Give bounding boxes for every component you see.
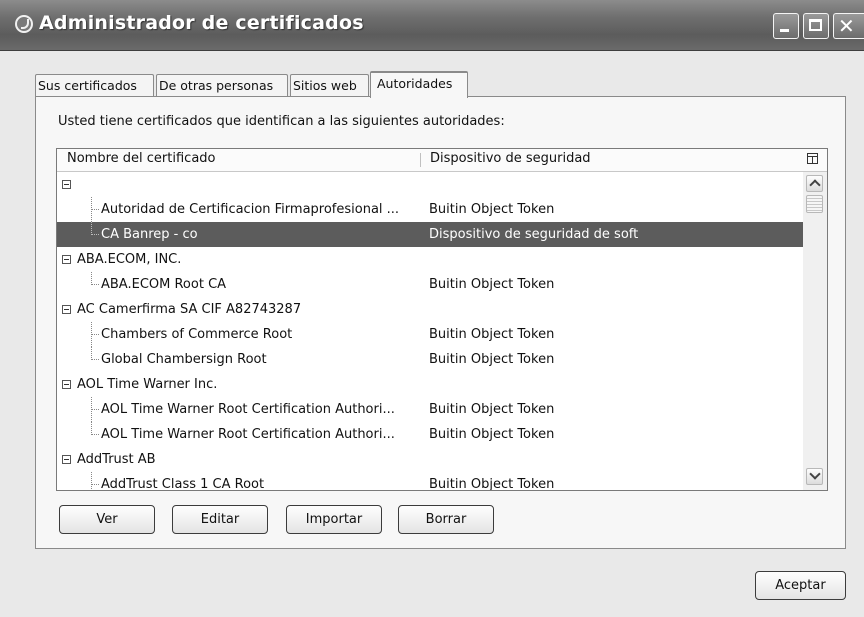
window-title: Administrador de certificados <box>39 12 364 34</box>
group-name: AOL Time Warner Inc. <box>77 377 218 392</box>
tree-group-row[interactable]: AOL Time Warner Inc. <box>57 372 803 397</box>
tree-child-row[interactable]: ABA.ECOM Root CA Buitin Object Token <box>57 272 803 297</box>
app-icon <box>15 15 33 33</box>
group-name: AddTrust AB <box>77 452 156 467</box>
certificate-tree[interactable]: Nombre del certificado Dispositivo de se… <box>56 148 828 491</box>
close-button[interactable]: ✕ <box>833 13 864 39</box>
column-picker-icon[interactable] <box>807 153 818 164</box>
certificate-manager-window: Administrador de certificados ✕ Sus cert… <box>0 0 864 617</box>
authorities-panel: Usted tiene certificados que identifican… <box>35 96 846 549</box>
tab-sitios-web[interactable]: Sitios web <box>290 74 369 96</box>
tree-child-row-selected[interactable]: CA Banrep - co Dispositivo de seguridad … <box>57 222 803 247</box>
tree-child-row[interactable]: AOL Time Warner Root Certification Autho… <box>57 397 803 422</box>
tree-child-row[interactable]: Chambers of Commerce Root Buitin Object … <box>57 322 803 347</box>
security-device: Buitin Object Token <box>429 277 555 292</box>
security-device: Buitin Object Token <box>429 477 555 491</box>
collapse-icon[interactable] <box>62 455 71 464</box>
tree-child-row[interactable]: AOL Time Warner Root Certification Autho… <box>57 422 803 447</box>
tree-child-row[interactable]: Global Chambersign Root Buitin Object To… <box>57 347 803 372</box>
tree-guide-line <box>91 434 99 435</box>
collapse-icon[interactable] <box>62 180 71 189</box>
delete-button[interactable]: Borrar <box>398 505 494 534</box>
tree-group-row[interactable]: AddTrust AB <box>57 447 803 472</box>
tab-autoridades[interactable]: Autoridades <box>370 71 468 98</box>
certificate-name: Autoridad de Certificacion Firmaprofesio… <box>101 202 400 217</box>
certificate-name: AOL Time Warner Root Certification Autho… <box>101 427 395 442</box>
column-header-device[interactable]: Dispositivo de seguridad <box>430 151 591 166</box>
group-name: ABA.ECOM, INC. <box>77 252 182 267</box>
tree-guide-line <box>91 334 99 335</box>
column-separator[interactable] <box>420 153 421 167</box>
minimize-icon <box>780 29 789 32</box>
tree-group-row[interactable]: ABA.ECOM, INC. <box>57 247 803 272</box>
tree-group-row[interactable] <box>57 172 803 197</box>
edit-button[interactable]: Editar <box>172 505 268 534</box>
certificate-name: AOL Time Warner Root Certification Autho… <box>101 402 395 417</box>
collapse-icon[interactable] <box>62 305 71 314</box>
tree-guide-line <box>91 484 99 485</box>
scroll-thumb[interactable] <box>806 195 823 213</box>
security-device: Buitin Object Token <box>429 327 555 342</box>
certificate-name: AddTrust Class 1 CA Root <box>101 477 265 491</box>
tree-guide-line <box>91 234 99 235</box>
maximize-icon <box>809 19 822 31</box>
certificate-name: Chambers of Commerce Root <box>101 327 293 342</box>
tree-group-row[interactable]: AC Camerfirma SA CIF A82743287 <box>57 297 803 322</box>
group-name: AC Camerfirma SA CIF A82743287 <box>77 302 302 317</box>
tree-guide-line <box>91 209 99 210</box>
tree-guide-line <box>91 472 92 490</box>
close-icon: ✕ <box>838 14 855 38</box>
certificate-name: CA Banrep - co <box>101 227 198 242</box>
tree-child-row[interactable]: Autoridad de Certificacion Firmaprofesio… <box>57 197 803 222</box>
certificate-name: Global Chambersign Root <box>101 352 267 367</box>
vertical-scrollbar[interactable] <box>803 172 827 490</box>
collapse-icon[interactable] <box>62 255 71 264</box>
security-device: Buitin Object Token <box>429 352 555 367</box>
minimize-button[interactable] <box>773 13 799 39</box>
security-device: Buitin Object Token <box>429 202 555 217</box>
scroll-up-icon[interactable] <box>806 175 823 192</box>
security-device: Buitin Object Token <box>429 427 555 442</box>
certificate-name: ABA.ECOM Root CA <box>101 277 227 292</box>
title-bar[interactable]: Administrador de certificados ✕ <box>0 0 864 51</box>
tree-guide-line <box>91 284 99 285</box>
tree-guide-line <box>91 409 99 410</box>
tree-child-row[interactable]: AddTrust Class 1 CA Root Buitin Object T… <box>57 472 803 491</box>
collapse-icon[interactable] <box>62 380 71 389</box>
accept-button[interactable]: Aceptar <box>755 571 846 600</box>
tab-de-otras-personas[interactable]: De otras personas <box>156 74 288 96</box>
import-button[interactable]: Importar <box>286 505 382 534</box>
tab-sus-certificados[interactable]: Sus certificados <box>35 74 154 96</box>
panel-description: Usted tiene certificados que identifican… <box>58 114 505 129</box>
tree-rows: Autoridad de Certificacion Firmaprofesio… <box>57 172 803 491</box>
security-device: Buitin Object Token <box>429 402 555 417</box>
view-button[interactable]: Ver <box>59 505 155 534</box>
security-device: Dispositivo de seguridad de soft <box>429 227 639 242</box>
scroll-down-icon[interactable] <box>806 468 823 485</box>
column-header-name[interactable]: Nombre del certificado <box>67 151 215 166</box>
maximize-button[interactable] <box>803 13 829 39</box>
tree-header: Nombre del certificado Dispositivo de se… <box>57 149 827 172</box>
tree-guide-line <box>91 359 99 360</box>
